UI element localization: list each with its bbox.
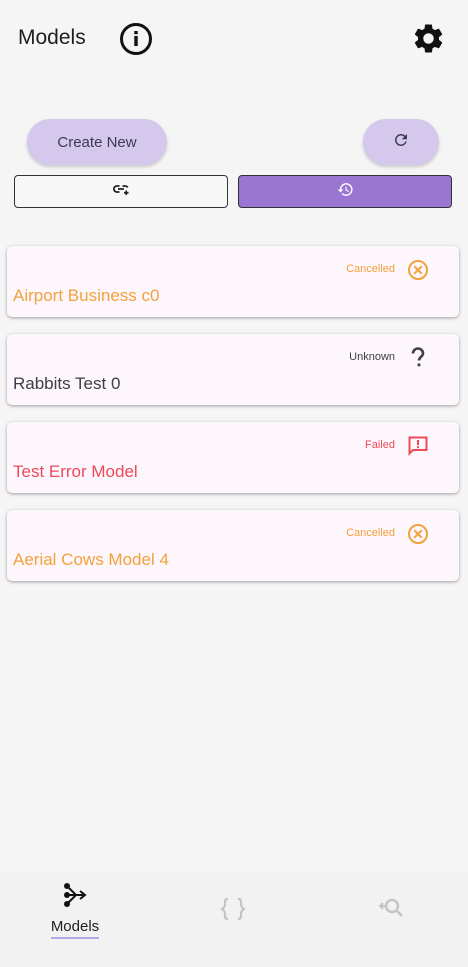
refresh-icon: [392, 131, 410, 154]
model-name: Aerial Cows Model 4: [13, 550, 169, 569]
nav-item-code[interactable]: [219, 897, 247, 926]
add-link-icon: [112, 182, 130, 201]
nav-label-models: Models: [50, 918, 100, 939]
app-header: Models: [0, 0, 468, 80]
status-label: Failed: [365, 439, 395, 451]
curly-braces-icon: [219, 897, 247, 926]
model-card[interactable]: Failed Test Error Model: [7, 422, 459, 493]
toggle-link-view[interactable]: [14, 175, 228, 208]
search-history-icon: [378, 897, 404, 926]
cancel-circle-icon: [406, 258, 430, 282]
bottom-navigation: Models: [0, 873, 468, 967]
history-icon: [337, 181, 354, 203]
toggle-history-view[interactable]: [238, 175, 452, 208]
nav-item-models[interactable]: Models: [47, 881, 103, 939]
model-name: Test Error Model: [13, 462, 138, 481]
model-card[interactable]: Unknown Rabbits Test 0: [7, 334, 459, 405]
nav-item-search[interactable]: [378, 897, 404, 926]
model-name: Airport Business c0: [13, 286, 160, 305]
model-branch-icon: [61, 881, 89, 914]
feedback-alert-icon: [406, 434, 430, 458]
gear-icon[interactable]: [411, 21, 446, 56]
status-label: Unknown: [349, 351, 395, 363]
info-icon[interactable]: [119, 22, 153, 56]
model-list: Cancelled Airport Business c0 Unknown Ra…: [7, 246, 459, 598]
model-card[interactable]: Cancelled Aerial Cows Model 4: [7, 510, 459, 581]
status-label: Cancelled: [346, 263, 395, 275]
create-new-button[interactable]: Create New: [27, 119, 167, 165]
model-card[interactable]: Cancelled Airport Business c0: [7, 246, 459, 317]
question-mark-icon: [406, 346, 430, 370]
status-label: Cancelled: [346, 527, 395, 539]
page-title: Models: [18, 26, 86, 49]
refresh-button[interactable]: [363, 119, 439, 165]
cancel-circle-icon: [406, 522, 430, 546]
model-name: Rabbits Test 0: [13, 374, 121, 393]
